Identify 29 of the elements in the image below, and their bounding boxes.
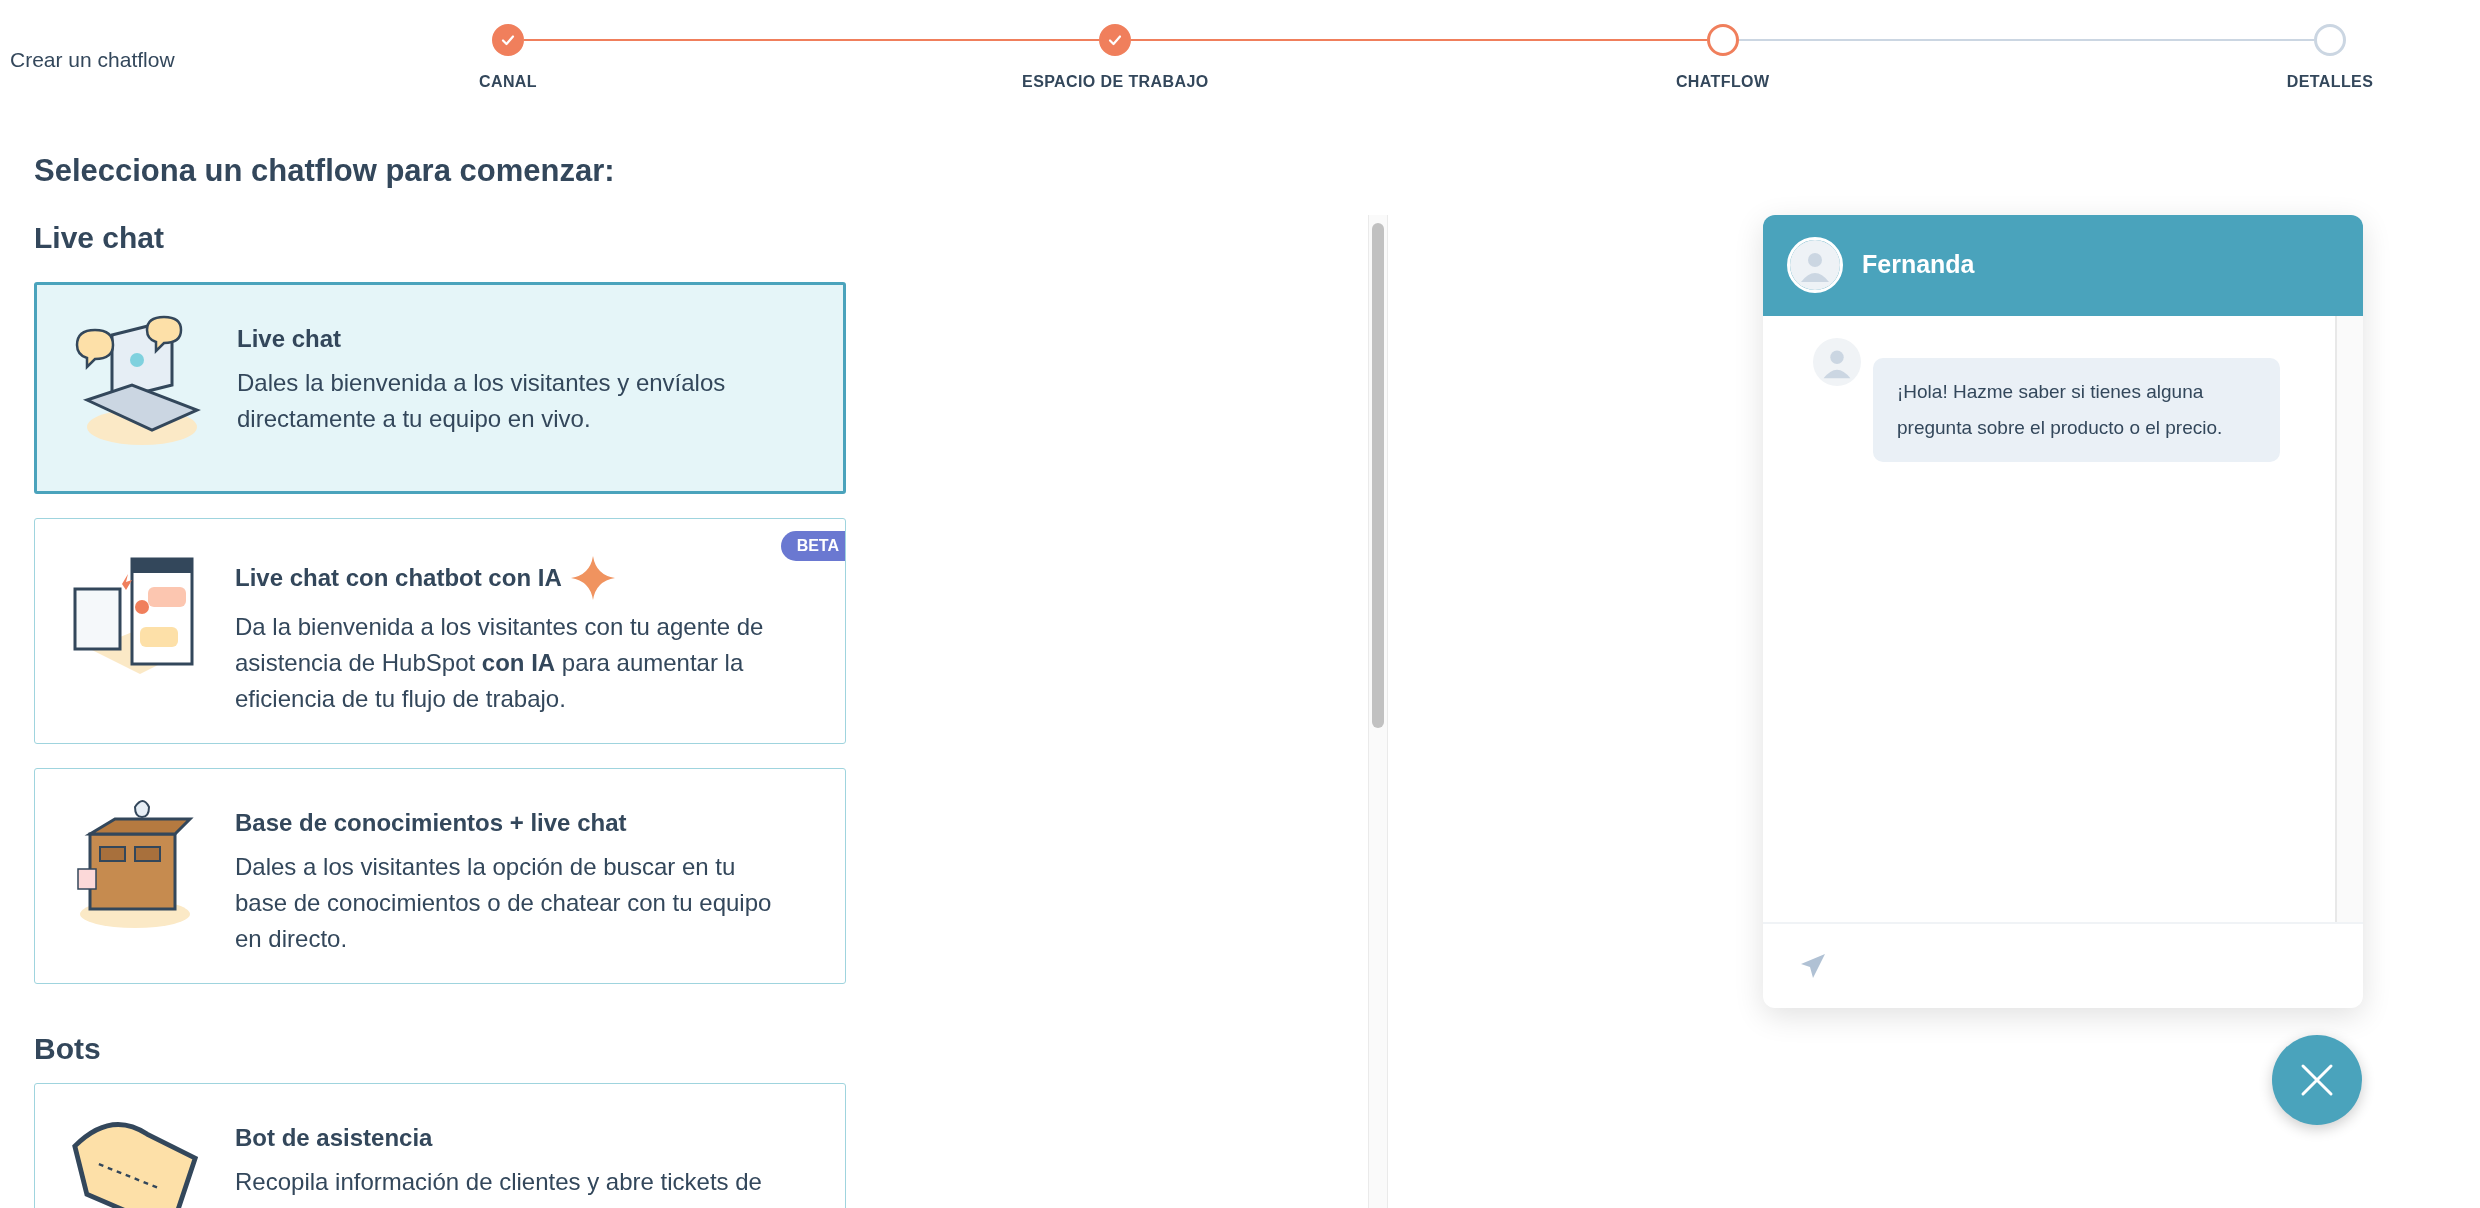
card-description: Recopila información de clientes y abre tickets de <box>235 1166 763 1197</box>
avatar-icon <box>1790 240 1840 290</box>
chatflow-card[interactable]: Live chat con chatbot con IA Da la bienvenida a los visitantes con tu agente de asistencia de HubSpot con IA para aumentar la eficiencia de tu flujo de trabajo. BETA <box>34 517 846 744</box>
card-title: Bot de asistencia <box>235 1122 433 1153</box>
avatar-icon <box>1813 337 1861 386</box>
card-title: Live chat <box>237 323 342 354</box>
beta-badge: BETA <box>780 530 845 561</box>
step-label: CANAL <box>479 72 537 92</box>
page-heading: Selecciona un chatflow para comenzar: <box>34 152 616 190</box>
send-icon[interactable] <box>1799 951 1827 980</box>
close-icon <box>2300 1062 2334 1097</box>
close-button[interactable] <box>2272 1034 2362 1125</box>
step-label: CHATFLOW <box>1675 72 1770 92</box>
agent-name: Fernanda <box>1862 249 1975 281</box>
card-title: Base de conocimientos + live chat <box>235 807 627 838</box>
step-label: ESPACIO DE TRABAJO <box>1022 72 1209 92</box>
chatflow-card[interactable]: Live chat Dales la bienvenida a los visitantes y envíalos directamente a tu equipo en vivo. <box>34 281 846 494</box>
card-title: Live chat con chatbot con IA <box>235 562 562 593</box>
section-heading: Live chat <box>34 219 166 256</box>
card-description: Da la bienvenida a los visitantes con tu agente de asistencia de HubSpot con IA para aumentar la eficiencia de tu flujo de trabajo. <box>235 611 765 714</box>
chat-message: ¡Hola! Hazme saber si tienes alguna pregunta sobre el producto o el precio. <box>1873 357 2280 462</box>
card-description: Dales a los visitantes la opción de buscar en tu base de conocimientos o de chatear con tu equipo en directo. <box>235 851 773 954</box>
scrollbar-thumb[interactable] <box>1372 222 1384 728</box>
page-title: Crear un chatflow <box>10 47 175 73</box>
chatflow-card[interactable]: Base de conocimientos + live chat Dales a los visitantes la opción de buscar en tu base de conocimientos o de chatear con tu equipo en directo. <box>34 767 846 984</box>
step-label: DETALLES <box>2286 72 2374 92</box>
section-heading: Bots <box>34 1030 102 1067</box>
chatflow-card[interactable]: Bot de asistencia Recopila información de clientes y abre tickets de <box>34 1082 846 1208</box>
card-description: Dales la bienvenida a los visitantes y envíalos directamente a tu equipo en vivo. <box>237 367 727 434</box>
